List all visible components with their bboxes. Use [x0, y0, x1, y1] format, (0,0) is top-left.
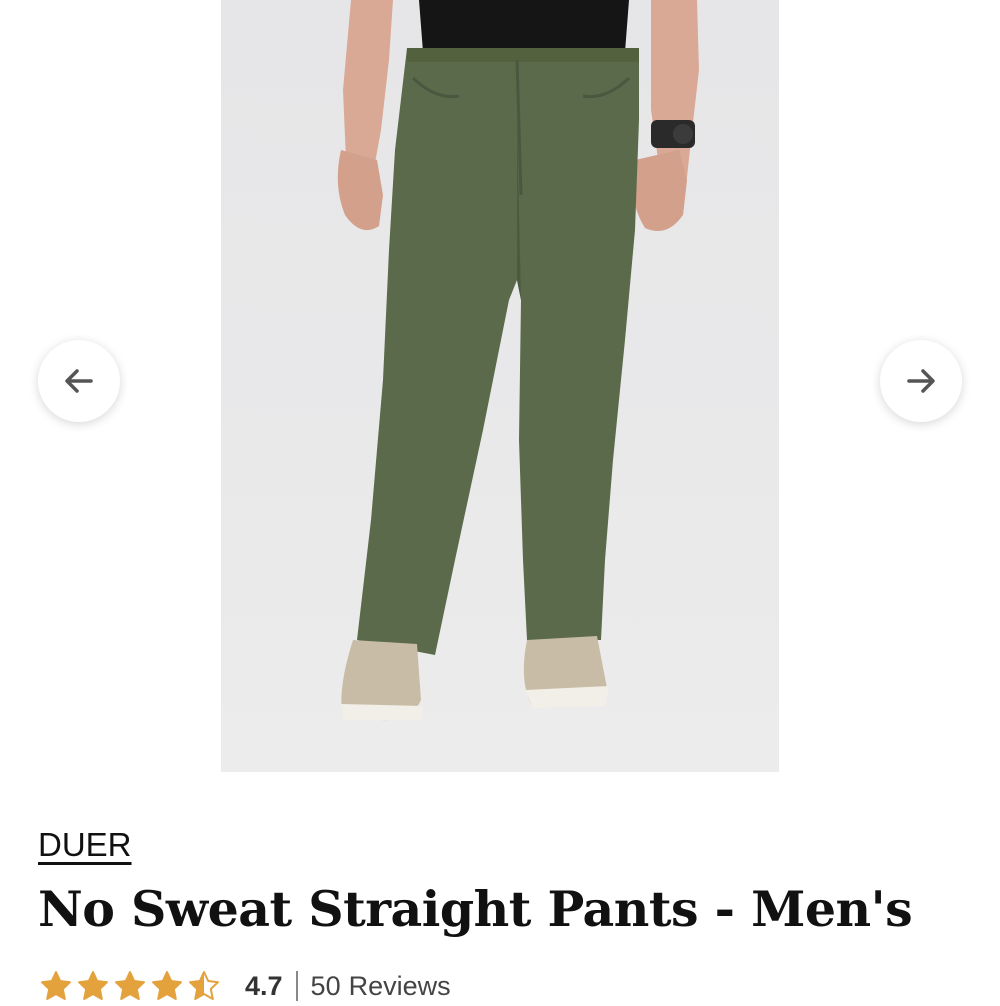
- previous-image-button[interactable]: [38, 340, 120, 422]
- rating-value: 4.7: [245, 970, 283, 1001]
- star-rating: [40, 970, 220, 1002]
- product-title: No Sweat Straight Pants - Men's: [38, 880, 913, 938]
- star-full-icon: [152, 971, 182, 1000]
- arrow-left-icon: [65, 369, 93, 393]
- brand-link[interactable]: DUER: [38, 826, 132, 864]
- product-gallery: [0, 0, 1000, 772]
- star-full-icon: [41, 971, 71, 1000]
- next-image-button[interactable]: [880, 340, 962, 422]
- product-image[interactable]: [221, 0, 779, 772]
- rating-summary[interactable]: 4.7 50 Reviews: [40, 966, 451, 1006]
- review-count[interactable]: 50: [311, 971, 341, 1002]
- pants-photo: [337, 0, 699, 721]
- star-full-icon: [115, 971, 145, 1000]
- star-half-icon: [189, 971, 219, 1000]
- divider: [295, 971, 298, 1001]
- star-full-icon: [78, 971, 108, 1000]
- reviews-link[interactable]: Reviews: [349, 971, 451, 1002]
- arrow-right-icon: [907, 369, 935, 393]
